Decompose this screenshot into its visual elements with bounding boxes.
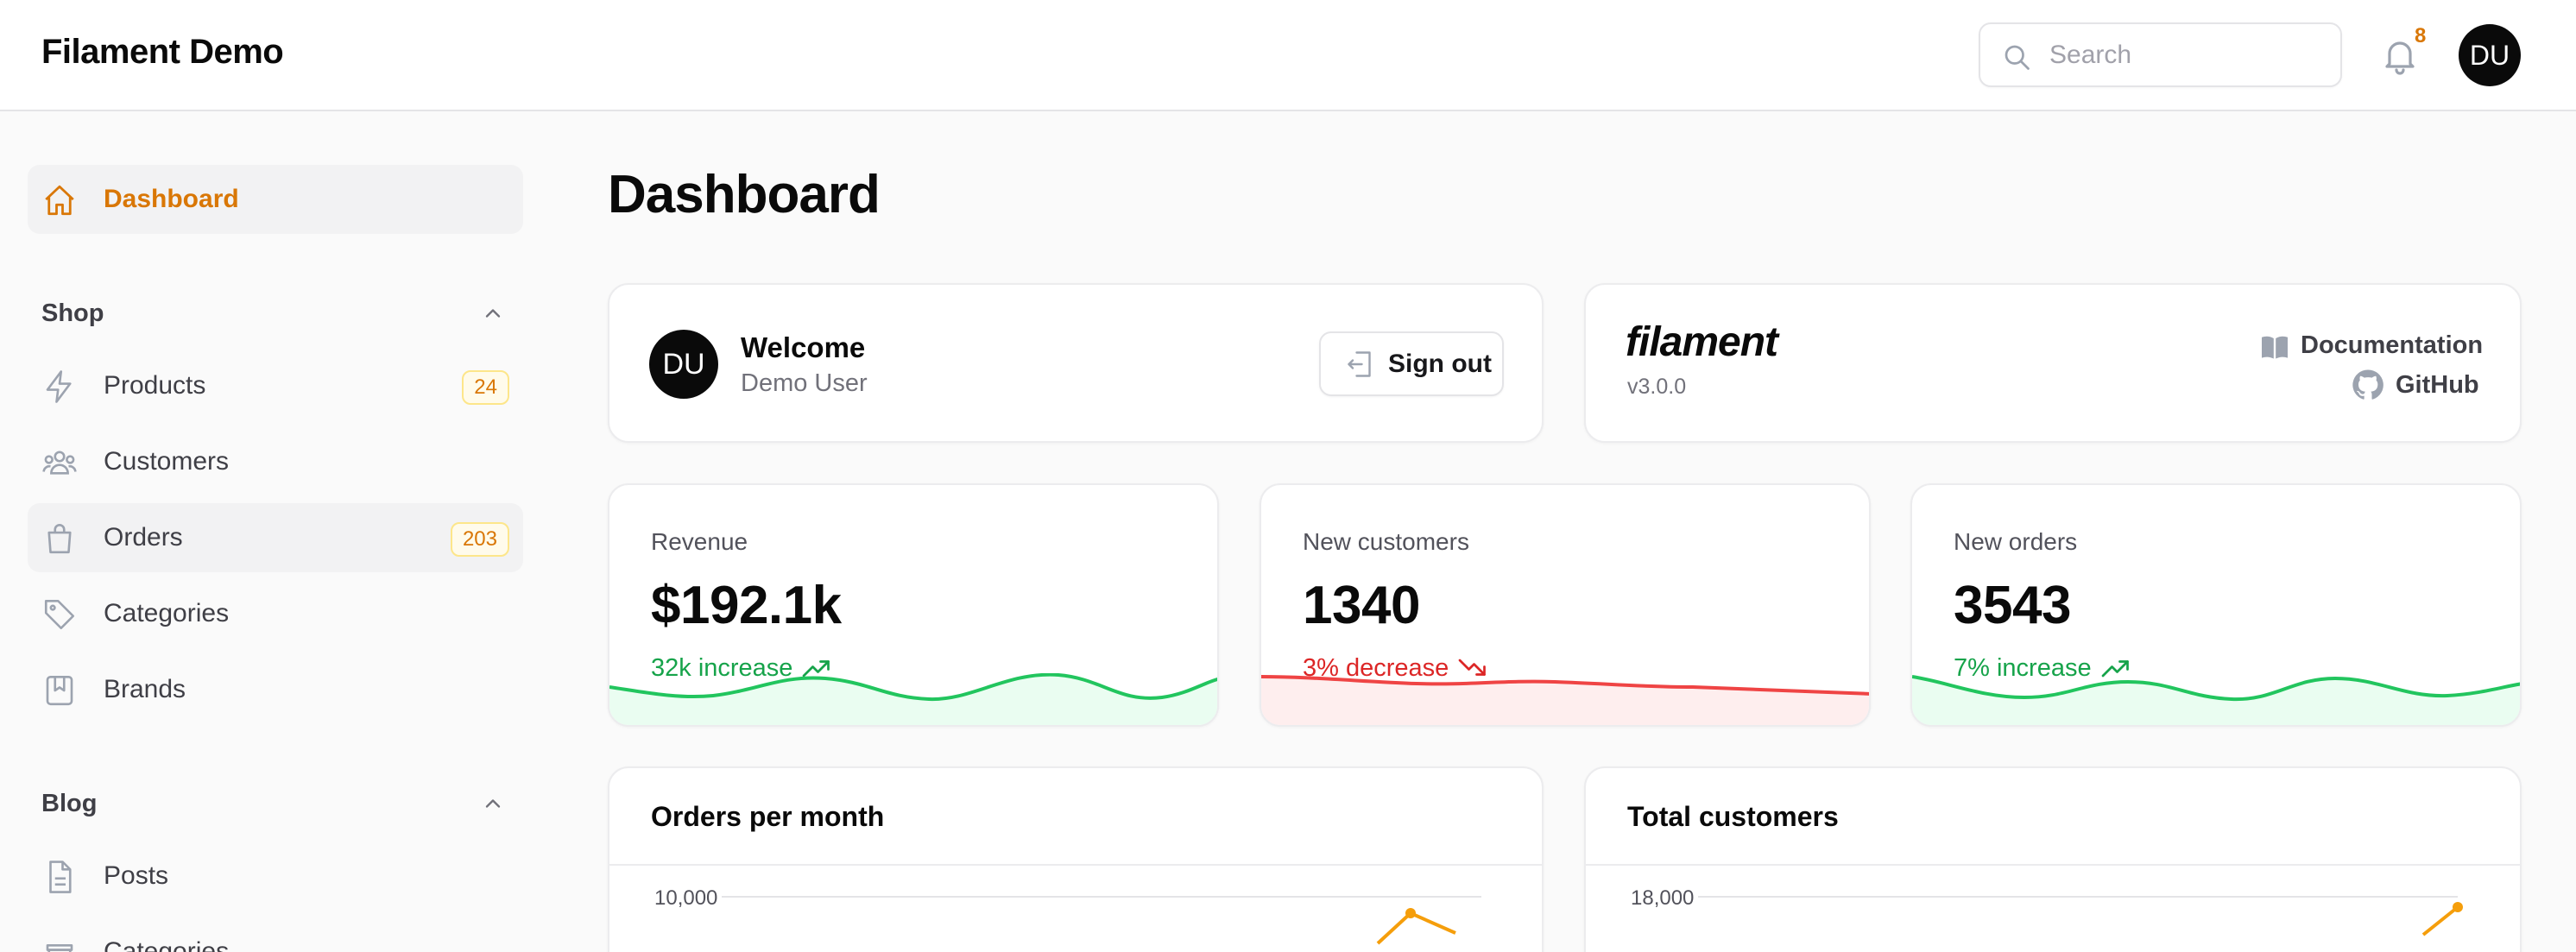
stat-label: New orders <box>1954 528 2078 555</box>
chevron-up-icon[interactable] <box>481 301 505 325</box>
stat-value: $192.1k <box>651 576 842 635</box>
search-box[interactable] <box>1979 22 2342 87</box>
bolt-icon <box>46 370 72 403</box>
documentation-link[interactable]: Documentation <box>2259 330 2483 364</box>
stat-value: 3543 <box>1954 576 2071 635</box>
shopping-bag-icon <box>47 524 72 554</box>
sidebar-item-customers[interactable]: Customers <box>28 427 523 496</box>
sidebar-item-label: Dashboard <box>104 185 239 213</box>
total-customers-chart: Total customers 18,000 <box>1584 766 2522 952</box>
sidebar-item-categories[interactable]: Categories <box>28 579 523 648</box>
sidebar-item-products[interactable]: Products 24 <box>28 351 523 420</box>
categories-icon <box>46 943 73 952</box>
github-icon <box>2352 369 2383 400</box>
sidebar: Dashboard Shop Products 24 Customers Ord… <box>0 113 552 952</box>
count-badge: 203 <box>450 522 509 557</box>
chevron-up-icon[interactable] <box>481 791 505 816</box>
tag-icon <box>44 599 75 630</box>
welcome-heading: Welcome <box>741 331 866 363</box>
filament-logo[interactable]: filament <box>1626 321 1803 364</box>
sidebar-group-blog: Blog <box>41 790 98 817</box>
logout-icon <box>1348 351 1371 377</box>
orders-per-month-chart: Orders per month 10,000 <box>608 766 1544 952</box>
notification-count-badge: 8 <box>2415 24 2427 47</box>
github-label: GitHub <box>2396 371 2479 399</box>
sign-out-label: Sign out <box>1388 350 1492 378</box>
sidebar-item-brands[interactable]: Brands <box>28 655 523 724</box>
documentation-label: Documentation <box>2301 331 2484 359</box>
sidebar-item-label: Categories <box>104 599 230 627</box>
orders-series-line <box>1376 911 1456 945</box>
sidebar-item-label: Orders <box>104 523 183 552</box>
sidebar-item-label: Customers <box>104 447 230 476</box>
sidebar-item-blog-categories[interactable]: Categories <box>28 917 523 952</box>
user-avatar[interactable]: DU <box>2459 24 2521 86</box>
sidebar-item-posts[interactable]: Posts <box>28 842 523 911</box>
sidebar-item-label: Products <box>104 371 206 400</box>
stat-card-revenue: Revenue $192.1k 32k increase <box>608 483 1219 727</box>
stat-label: New customers <box>1303 528 1469 555</box>
count-badge: 24 <box>462 370 509 405</box>
version-label: v3.0.0 <box>1627 375 1687 399</box>
chart-title: Orders per month <box>651 801 885 832</box>
data-point <box>1405 908 1416 918</box>
avatar: DU <box>649 330 718 399</box>
svg-text:filament: filament <box>1626 321 1780 364</box>
stat-card-new-orders: New orders 3543 7% increase <box>1910 483 2522 727</box>
sidebar-item-label: Brands <box>104 675 186 703</box>
stat-card-new-customers: New customers 1340 3% decrease <box>1260 483 1871 727</box>
account-widget: DU Welcome Demo User Sign out <box>608 283 1544 443</box>
top-bar: Filament Demo 8 DU <box>0 0 2576 111</box>
app-title[interactable]: Filament Demo <box>41 33 284 72</box>
book-open-icon <box>2262 336 2288 359</box>
new-customers-sparkline <box>1261 675 1869 725</box>
y-axis-tick: 10,000 <box>654 886 717 910</box>
sign-out-button[interactable]: Sign out <box>1319 331 1504 396</box>
chart-title: Total customers <box>1627 801 1839 832</box>
customers-series-line <box>2421 905 2459 936</box>
document-icon <box>49 861 72 893</box>
search-input[interactable] <box>2049 33 2326 78</box>
customers-chart-canvas: 18,000 <box>1631 886 2463 936</box>
home-icon <box>45 185 74 216</box>
sidebar-item-label: Categories <box>104 937 230 952</box>
orders-chart-canvas: 10,000 <box>654 886 1481 945</box>
user-name: Demo User <box>741 369 868 397</box>
sidebar-item-label: Posts <box>104 861 169 890</box>
stat-value: 1340 <box>1303 576 1420 635</box>
new-orders-sparkline <box>1912 675 2520 725</box>
revenue-sparkline <box>609 673 1217 725</box>
page-title: Dashboard <box>608 165 881 224</box>
filament-info-widget: filament v3.0.0 Documentation GitHub <box>1584 283 2522 443</box>
stat-label: Revenue <box>651 528 748 555</box>
search-icon <box>2005 45 2030 70</box>
sidebar-item-orders[interactable]: Orders 203 <box>28 503 523 572</box>
sidebar-item-dashboard[interactable]: Dashboard <box>28 165 523 234</box>
users-icon <box>42 451 77 475</box>
bookmark-square-icon <box>46 675 73 706</box>
sidebar-group-shop: Shop <box>41 299 104 327</box>
github-link[interactable]: GitHub <box>2351 368 2479 402</box>
data-point <box>2453 902 2463 912</box>
y-axis-tick: 18,000 <box>1631 886 1694 910</box>
